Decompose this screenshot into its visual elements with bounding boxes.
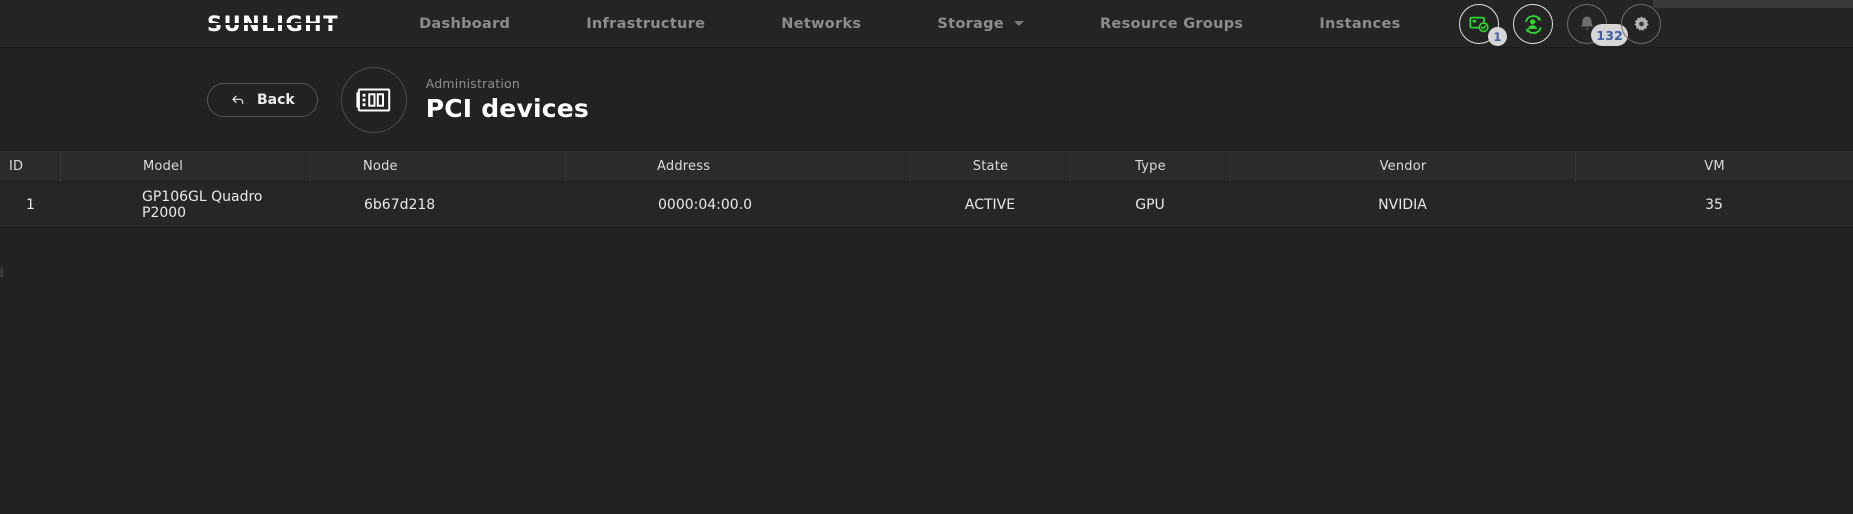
cell-address: 0000:04:00.0 xyxy=(658,196,753,213)
nav-item-resource-groups[interactable]: Resource Groups xyxy=(1062,0,1281,48)
page-body-empty-area xyxy=(0,277,1853,514)
nav-item-infrastructure[interactable]: Infrastructure xyxy=(548,0,743,48)
nav-label: Resource Groups xyxy=(1099,15,1244,32)
nav-item-storage[interactable]: Storage xyxy=(899,0,1062,48)
table-header-row: ID Model Node Address State Type Vendor … xyxy=(0,150,1853,182)
server-check-icon xyxy=(1469,16,1489,33)
cell-node: 6b67d218 xyxy=(364,196,436,213)
nav-item-networks[interactable]: Networks xyxy=(743,0,899,48)
back-button[interactable]: Back xyxy=(207,82,318,117)
nav-label: Infrastructure xyxy=(586,15,706,32)
gear-icon xyxy=(1633,15,1649,31)
back-arrow-icon xyxy=(232,95,244,104)
nav-item-dashboard[interactable]: Dashboard xyxy=(381,0,548,48)
nav-item-instances[interactable]: Instances xyxy=(1281,0,1438,48)
back-button-label: Back xyxy=(257,91,295,108)
nav-label: Storage xyxy=(937,15,1004,32)
page-header: Back Administration PCI devices xyxy=(0,48,1853,151)
nav-label: Dashboard xyxy=(419,15,511,32)
notifications-button[interactable]: 132 xyxy=(1567,4,1628,46)
cell-type: GPU xyxy=(1135,196,1165,213)
horizontal-scrollbar-track[interactable] xyxy=(1653,0,1853,8)
page-title-group: Administration PCI devices xyxy=(340,66,589,133)
brand-logo[interactable]: SUNLIGHT xyxy=(207,12,339,36)
top-navigation-bar: SUNLIGHT Dashboard Infrastructure Networ… xyxy=(0,0,1853,48)
column-header-vendor[interactable]: Vendor xyxy=(1230,150,1575,182)
main-nav: Dashboard Infrastructure Networks Storag… xyxy=(381,0,1438,48)
breadcrumb: Administration xyxy=(425,76,521,91)
topbar-actions: 1 132 xyxy=(1459,0,1661,48)
deployments-count-badge: 1 xyxy=(1488,27,1507,46)
column-header-state[interactable]: State xyxy=(910,150,1070,182)
settings-button[interactable] xyxy=(1621,4,1661,44)
nav-label: Networks xyxy=(781,15,862,32)
page-title-text: Administration PCI devices xyxy=(426,76,589,123)
nav-label: Instances xyxy=(1319,15,1401,32)
table-row[interactable]: 1 GP106GL Quadro P2000 6b67d218 0000:04:… xyxy=(0,182,1853,228)
cell-model: GP106GL Quadro P2000 xyxy=(142,188,263,221)
chevron-down-icon xyxy=(1013,21,1024,26)
column-header-node[interactable]: Node xyxy=(310,150,565,182)
page-title: PCI devices xyxy=(425,94,589,123)
user-sync-icon xyxy=(1524,14,1542,34)
deployments-status-button[interactable]: 1 xyxy=(1459,4,1507,46)
column-header-model[interactable]: Model xyxy=(60,150,310,182)
cell-vm: 35 xyxy=(1705,196,1723,213)
column-header-id[interactable]: ID xyxy=(0,151,60,182)
cell-id: 1 xyxy=(26,196,35,213)
user-sync-button[interactable] xyxy=(1513,4,1553,44)
column-header-type[interactable]: Type xyxy=(1070,150,1230,182)
cell-vendor: NVIDIA xyxy=(1378,196,1427,213)
column-header-vm[interactable]: VM xyxy=(1575,150,1853,182)
cell-state: ACTIVE xyxy=(964,196,1016,213)
pci-device-avatar xyxy=(340,66,407,133)
pci-card-icon xyxy=(356,88,390,111)
column-header-address[interactable]: Address xyxy=(565,150,910,182)
pci-devices-table: ID Model Node Address State Type Vendor … xyxy=(0,150,1853,228)
